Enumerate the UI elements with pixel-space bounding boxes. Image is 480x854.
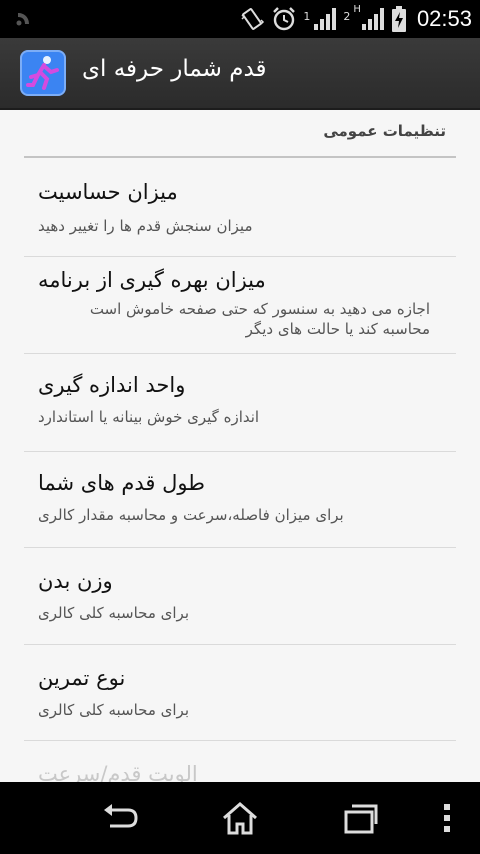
pref-summary: اندازه گیری خوش بینانه یا استاندارد [38,408,260,426]
pref-body-weight[interactable]: وزن بدن برای محاسبه کلی کالری [24,547,456,645]
notification-icon [16,13,29,26]
action-bar: قدم شمار حرفه ای [0,38,480,110]
pref-title: میزان حساسیت [38,180,178,204]
signal-sim1-icon [314,8,337,30]
pref-summary: برای محاسبه کلی کالری [38,604,189,622]
network-type-label: H [353,4,361,15]
pref-summary: برای محاسبه کلی کالری [38,701,189,719]
vibrate-icon [241,8,265,30]
pref-title: الویت قدم/سرعت [38,762,198,782]
pref-summary: اجازه می دهید به سنسور که حتی صفحه خاموش… [89,300,430,338]
pref-step-length[interactable]: طول قدم های شما برای میزان فاصله،سرعت و … [24,451,456,548]
navigation-bar [0,782,480,854]
sim2-label: 2 [343,10,351,23]
status-bar: 1 2 H 02:53 [0,0,480,38]
alarm-icon [273,7,296,31]
pref-measurement-unit[interactable]: واحد اندازه گیری اندازه گیری خوش بینانه … [24,353,456,452]
pref-title: میزان بهره گیری از برنامه [38,268,266,292]
app-title: قدم شمار حرفه ای [82,56,267,82]
category-title: تنظیمات عمومی [323,122,446,140]
settings-list[interactable]: تنظیمات عمومی میزان حساسیت میزان سنجش قد… [0,110,480,782]
signal-sim2-icon [361,8,384,30]
clock: 02:53 [416,6,472,31]
runner-app-icon[interactable] [20,50,66,96]
battery-charging-icon [391,6,406,32]
pref-sensitivity[interactable]: میزان حساسیت میزان سنجش قدم ها را تغییر … [24,166,456,257]
pref-summary: میزان سنجش قدم ها را تغییر دهید [38,217,253,235]
menu-icon[interactable] [432,800,462,836]
pref-summary: برای میزان فاصله،سرعت و محاسبه مقدار کال… [38,506,344,524]
sim1-label: 1 [303,10,311,23]
pref-step-speed-priority[interactable]: الویت قدم/سرعت [24,740,456,782]
home-icon[interactable] [220,800,260,836]
pref-app-usage[interactable]: میزان بهره گیری از برنامه اجازه می دهید … [24,256,456,354]
category-header: تنظیمات عمومی [24,110,456,158]
pref-exercise-type[interactable]: نوع تمرین برای محاسبه کلی کالری [24,644,456,741]
pref-title: واحد اندازه گیری [38,373,186,397]
pref-title: نوع تمرین [38,666,126,690]
back-icon[interactable] [100,800,140,836]
pref-title: وزن بدن [38,569,113,593]
pref-title: طول قدم های شما [38,471,205,495]
recent-apps-icon[interactable] [340,800,380,836]
